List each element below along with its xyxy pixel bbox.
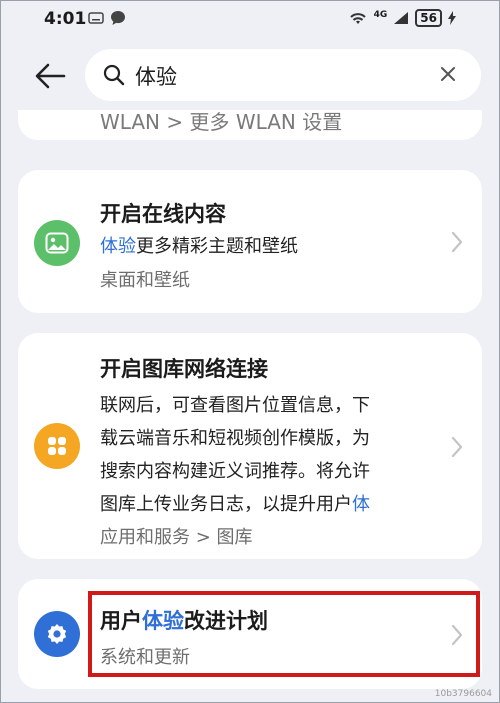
flower-icon — [48, 437, 66, 455]
search-icon — [103, 64, 125, 86]
settings-app-icon — [34, 611, 80, 657]
search-query: 体验 — [135, 65, 177, 89]
watermark: 10b3796604 — [434, 689, 492, 699]
image-icon — [45, 232, 69, 254]
match-highlight: 体 — [352, 494, 370, 515]
description-line-1: 联网后，可查看图片位置信息，下 — [100, 395, 370, 416]
result-title: 开启图库网络连接 — [100, 357, 268, 381]
result-card-online-content[interactable]: 开启在线内容 体验更多精彩主题和壁纸 桌面和壁纸 — [18, 170, 482, 313]
battery-level: 56 — [415, 9, 442, 27]
gear-icon — [47, 624, 67, 644]
search-header: 体验 — [0, 40, 500, 110]
result-title: 开启在线内容 — [100, 202, 226, 226]
description-line-3: 搜索内容构建近义词推荐。将允许 — [100, 461, 370, 482]
match-highlight: 体验 — [100, 236, 136, 257]
description-text: 更多精彩主题和壁纸 — [136, 236, 298, 257]
description-text: 图库上传业务日志，以提升用户 — [100, 494, 352, 515]
chevron-right-icon — [451, 436, 463, 458]
result-card-wlan[interactable]: WLAN > 更多 WLAN 设置 — [18, 110, 482, 140]
gallery-app-icon — [34, 423, 80, 469]
description-line-4: 图库上传业务日志，以提升用户体 — [100, 490, 370, 516]
result-path: 桌面和壁纸 — [100, 270, 190, 291]
result-card-gallery-network[interactable]: 开启图库网络连接 联网后，可查看图片位置信息，下 载云端音乐和短视频创作模版，为… — [18, 333, 482, 559]
description-line-2: 载云端音乐和短视频创作模版，为 — [100, 428, 370, 449]
charging-icon — [448, 11, 456, 25]
result-path: WLAN > 更多 WLAN 设置 — [100, 110, 343, 134]
system-icons: 4G 56 — [348, 9, 456, 27]
status-bar: 4:01 4G 56 — [0, 0, 500, 38]
annotation-highlight-box — [88, 591, 480, 677]
status-time: 4:01 — [44, 9, 87, 29]
notification-icons — [88, 10, 126, 26]
signal-icon — [394, 12, 409, 24]
result-description: 体验更多精彩主题和壁纸 — [100, 232, 298, 258]
result-path: 应用和服务 > 图库 — [100, 527, 253, 548]
wifi-icon — [349, 13, 366, 24]
clear-icon[interactable] — [439, 65, 457, 83]
keyboard-icon — [88, 12, 104, 24]
message-icon — [111, 11, 125, 25]
back-arrow-icon[interactable] — [34, 60, 66, 92]
wallpaper-app-icon — [34, 220, 80, 266]
network-type: 4G — [373, 10, 388, 20]
search-input[interactable]: 体验 — [85, 49, 481, 101]
chevron-right-icon — [451, 231, 463, 253]
